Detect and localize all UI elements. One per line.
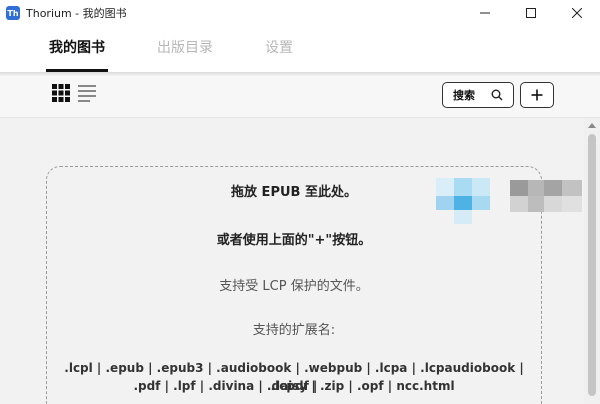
grid-view-button[interactable] [50,82,72,104]
extensions-heading: 支持的扩展名: [252,323,336,338]
scroll-up-arrow-icon[interactable] [587,121,597,131]
thorium-app-icon: Th [6,6,20,20]
tab-my-books[interactable]: 我的图书 [46,26,108,72]
plus-icon [531,89,543,101]
vertical-scrollbar[interactable] [584,118,600,404]
grid-icon [52,84,70,102]
library-toolbar: 搜索 [0,76,600,118]
add-book-button[interactable] [520,82,554,108]
lcp-support-note: 支持受 LCP 保护的文件。 [219,279,369,294]
close-icon [572,8,582,18]
scrollbar-thumb[interactable] [588,134,596,396]
window-controls [462,0,600,26]
tab-catalogs[interactable]: 出版目录 [152,26,218,72]
plus-button-hint: 或者使用上面的"+"按钮。 [216,233,372,248]
extensions-list-line-2: .pdf | .lpf | .divina | .daisy | .zip | … [133,379,455,393]
title-bar: Th Thorium - 我的图书 [0,0,600,26]
minimize-icon [480,12,490,14]
window-title: Thorium - 我的图书 [26,7,127,20]
minimize-button[interactable] [462,0,508,26]
tab-bar: 我的图书 出版目录 设置 [0,26,600,72]
maximize-button[interactable] [508,0,554,26]
tab-settings[interactable]: 设置 [262,26,296,72]
search-icon [491,89,503,101]
list-view-button[interactable] [76,82,98,104]
search-button[interactable]: 搜索 [442,82,514,108]
maximize-icon [526,8,536,18]
search-label: 搜索 [453,89,475,102]
close-button[interactable] [554,0,600,26]
library-content: 拖放 EPUB 至此处。 或者使用上面的"+"按钮。 支持受 LCP 保护的文件… [0,118,584,404]
list-icon [78,85,96,102]
